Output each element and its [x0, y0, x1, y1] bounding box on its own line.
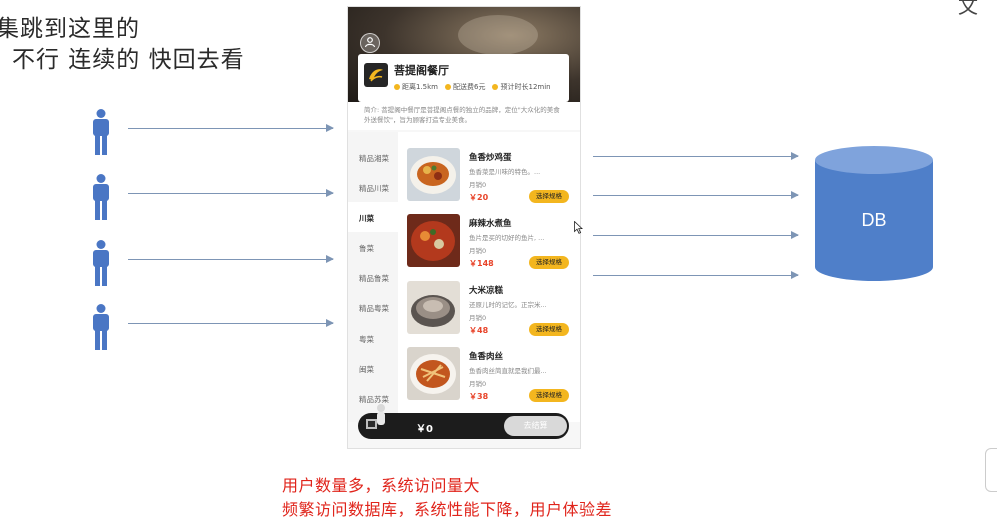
dish-item[interactable]: 鱼香肉丝 鱼香肉丝简直就是我们最... 月销0 ￥38 选择规格	[398, 337, 580, 403]
user-icon	[93, 109, 109, 155]
shop-description: 简介: 菩提阁中餐厅是菩提阁点餐的独立的品牌，定位"大众化的美食外送餐饮"，旨为…	[364, 106, 560, 124]
caption-line-2: 不行 连续的 快回去看	[12, 47, 245, 73]
user-icon	[93, 304, 109, 350]
dish-description: 鱼片是买的切好的鱼片, ...	[469, 234, 545, 242]
request-arrow	[128, 255, 334, 263]
cart-icon[interactable]	[364, 403, 392, 435]
dish-name: 鱼香肉丝	[469, 352, 504, 362]
request-arrow	[128, 189, 334, 197]
shop-delivery-fee: 配送费6元	[445, 82, 485, 92]
dish-name: 麻辣水煮鱼	[469, 219, 512, 229]
shop-logo	[364, 63, 388, 87]
cart-total: ￥0	[416, 424, 433, 435]
problem-note-line-1: 用户数量多，系统访问量大	[282, 476, 481, 495]
dish-monthly-sales: 月销0	[469, 314, 487, 322]
user-profile-button[interactable]	[360, 33, 380, 53]
db-query-arrow	[593, 152, 799, 160]
database-cylinder: DB	[815, 146, 933, 281]
category-sidebar: 精品湘菜 精品川菜 川菜 鲁菜 精品鲁菜 精品粤菜 粤菜 闽菜 精品苏菜	[348, 132, 398, 422]
dish-name: 鱼香炒鸡蛋	[469, 153, 512, 163]
dish-photo	[407, 148, 460, 201]
user-icon	[364, 37, 376, 48]
dish-photo	[407, 281, 460, 334]
dish-description: 鱼香肉丝简直就是我们最...	[469, 367, 547, 375]
category-item[interactable]: 精品粤菜	[359, 303, 389, 314]
checkout-button[interactable]: 去结算	[504, 416, 567, 436]
category-item[interactable]: 闽菜	[359, 364, 374, 375]
corner-caption: 文	[958, 0, 978, 18]
dish-description: 还原儿时的记忆。正宗米...	[469, 301, 547, 309]
problem-note-line-2: 频繁访问数据库，系统性能下降，用户体验差	[282, 500, 613, 519]
location-icon	[394, 84, 400, 90]
select-spec-button[interactable]: 选择规格	[529, 190, 569, 203]
dish-monthly-sales: 月销0	[469, 380, 487, 388]
user-icon	[93, 240, 109, 286]
dish-item[interactable]: 大米凉糕 还原儿时的记忆。正宗米... 月销0 ￥48 选择规格	[398, 271, 580, 337]
mouse-cursor-icon	[574, 221, 583, 234]
category-item[interactable]: 精品湘菜	[359, 153, 389, 164]
shop-eta: 预计时长12min	[492, 82, 551, 92]
shop-info-card: 菩提阁餐厅 距离1.5km 配送费6元 预计时长12min	[358, 54, 569, 102]
dish-price: ￥48	[469, 326, 489, 335]
dish-photo	[407, 214, 460, 267]
category-item[interactable]: 粤菜	[359, 334, 374, 345]
category-item[interactable]: 精品鲁菜	[359, 273, 389, 284]
dish-description: 鱼香菜是川味的特色。...	[469, 168, 541, 176]
request-arrow	[128, 124, 334, 132]
partial-edge-element	[985, 448, 997, 492]
db-query-arrow	[593, 231, 799, 239]
dish-list: 鱼香炒鸡蛋 鱼香菜是川味的特色。... 月销0 ￥20 选择规格 麻辣水煮鱼 鱼…	[398, 132, 580, 422]
clock-icon	[492, 84, 499, 90]
dish-monthly-sales: 月销0	[469, 181, 487, 189]
dish-item[interactable]: 鱼香炒鸡蛋 鱼香菜是川味的特色。... 月销0 ￥20 选择规格	[398, 138, 580, 204]
dish-price: ￥20	[469, 193, 489, 202]
wallet-icon	[445, 84, 452, 90]
select-spec-button[interactable]: 选择规格	[529, 323, 569, 336]
select-spec-button[interactable]: 选择规格	[529, 389, 569, 402]
dish-name: 大米凉糕	[469, 286, 504, 296]
category-item[interactable]: 精品川菜	[359, 183, 389, 194]
category-item[interactable]: 鲁菜	[359, 243, 374, 254]
shop-distance: 距离1.5km	[394, 82, 438, 92]
category-item-active[interactable]: 川菜	[359, 213, 374, 224]
dish-photo	[407, 347, 460, 400]
dish-monthly-sales: 月销0	[469, 247, 487, 255]
cart-bar: ￥0 去结算	[358, 404, 569, 439]
db-query-arrow	[593, 191, 799, 199]
select-spec-button[interactable]: 选择规格	[529, 256, 569, 269]
db-query-arrow	[593, 271, 799, 279]
dish-item[interactable]: 麻辣水煮鱼 鱼片是买的切好的鱼片, ... 月销0 ￥148 选择规格	[398, 204, 580, 270]
dish-price: ￥38	[469, 392, 489, 401]
mobile-app-screen: 菩提阁餐厅 距离1.5km 配送费6元 预计时长12min 简介: 菩提阁中餐厅…	[347, 6, 581, 449]
dish-price: ￥148	[469, 259, 494, 268]
caption-line-1: 集跳到这里的	[0, 16, 140, 42]
database-label: DB	[861, 210, 887, 230]
request-arrow	[128, 319, 334, 327]
user-icon	[93, 174, 109, 220]
shop-name: 菩提阁餐厅	[394, 64, 449, 77]
